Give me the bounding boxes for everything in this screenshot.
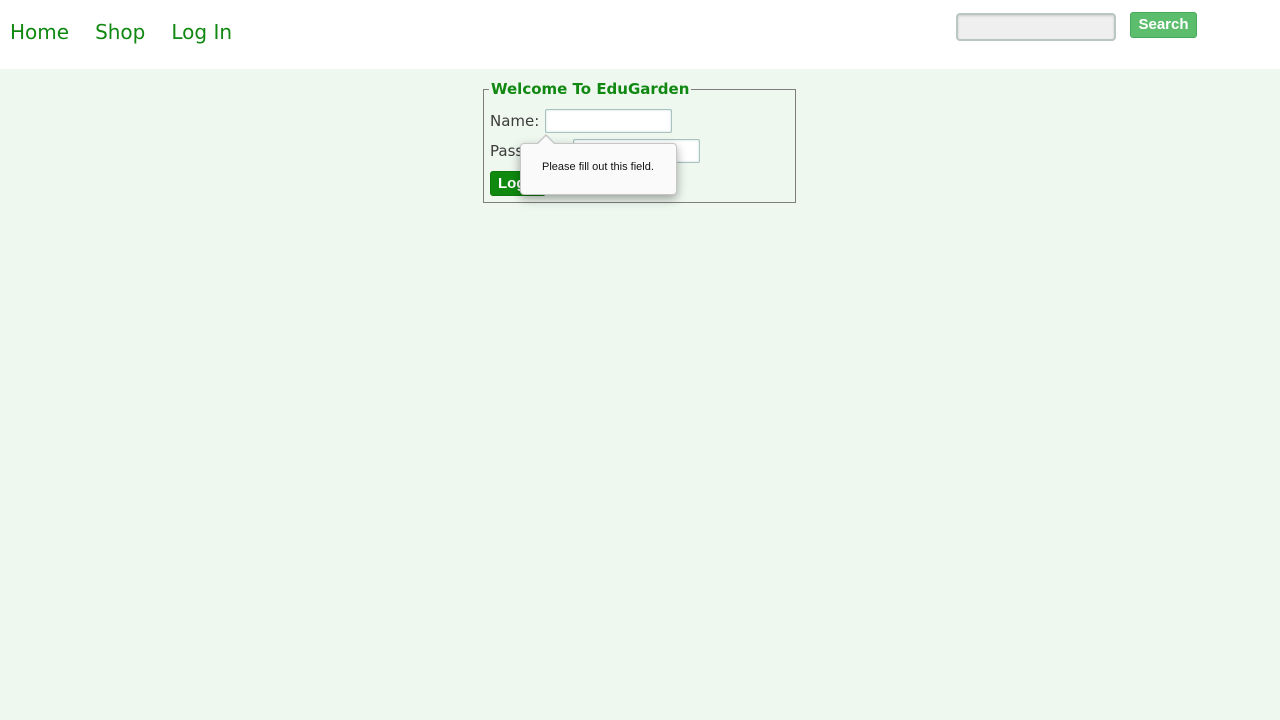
validation-message: Please fill out this field. [542, 161, 654, 173]
login-legend: Welcome To EduGarden [491, 80, 690, 98]
validation-tooltip: Please fill out this field. [520, 143, 677, 195]
main-nav: Home Shop Log In [10, 19, 258, 45]
nav-link-home[interactable]: Home [10, 19, 69, 45]
nav-link-shop[interactable]: Shop [95, 19, 145, 45]
search-button[interactable]: Search [1130, 12, 1197, 38]
search-input[interactable] [956, 13, 1116, 41]
nav-link-login[interactable]: Log In [171, 19, 232, 45]
name-field[interactable] [545, 109, 672, 133]
tooltip-arrow-inner [537, 136, 555, 145]
name-label: Name: [490, 112, 540, 130]
top-header: Home Shop Log In Search [0, 0, 1280, 69]
